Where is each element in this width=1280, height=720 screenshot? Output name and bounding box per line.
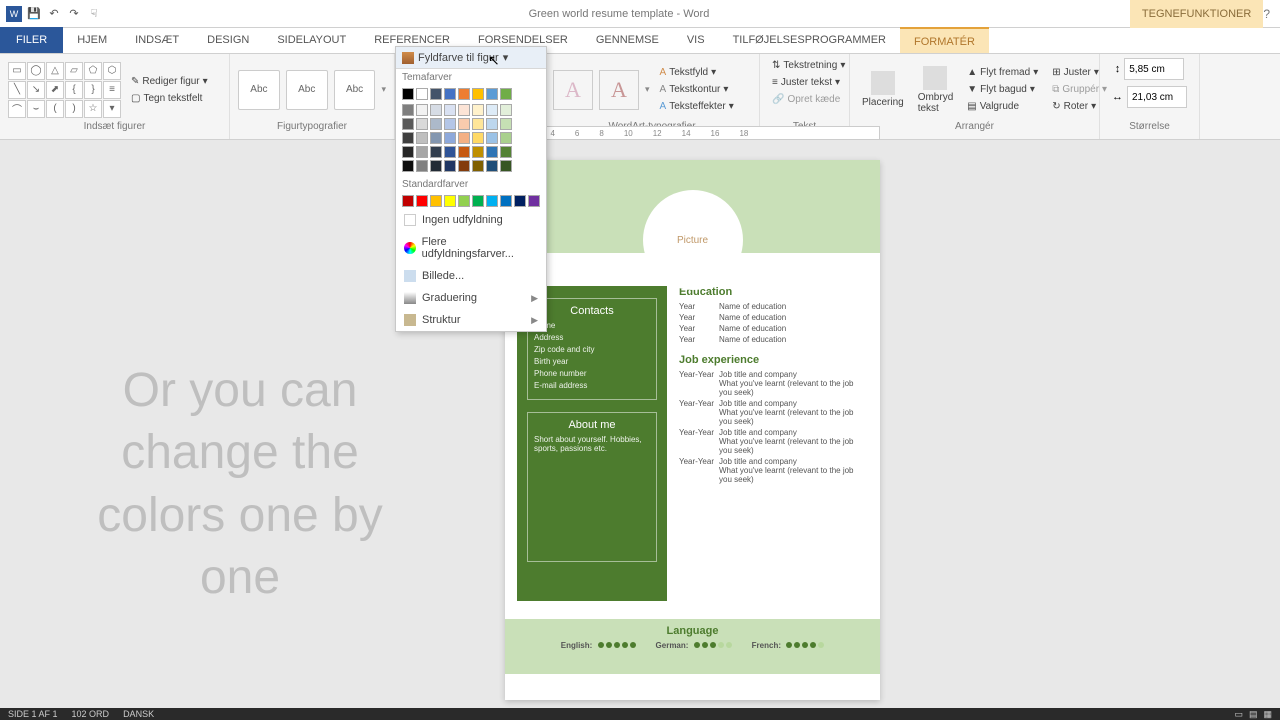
tab-filer[interactable]: FILER — [0, 27, 63, 53]
no-fill-item[interactable]: Ingen udfyldning — [396, 209, 546, 231]
tekstretning-button[interactable]: ⇅ Tekstretning ▾ — [768, 58, 849, 73]
valgrude-button[interactable]: ▤ Valgrude — [963, 99, 1042, 114]
titlebar: W 💾 ↶ ↷ ☟ Green world resume template - … — [0, 0, 1280, 28]
view-read-icon[interactable]: ▭ — [1234, 709, 1243, 720]
tekstkontur-button[interactable]: A Tekstkontur ▾ — [656, 82, 738, 97]
statusbar: SIDE 1 AF 1 102 ORD DANSK ▭ ▤ ▦ — [0, 708, 1280, 720]
shape-fill-button[interactable]: Fyldfarve til figur ▾ — [396, 47, 546, 69]
tab-vis[interactable]: VIS — [673, 27, 719, 53]
height-input[interactable] — [1124, 58, 1184, 80]
resume-main[interactable]: Education YearName of educationYearName … — [667, 286, 880, 601]
standard-colors-label: Standardfarver — [396, 176, 546, 193]
tab-indset[interactable]: INDSÆT — [121, 27, 193, 53]
contextual-tab-label: TEGNEFUNKTIONER — [1130, 0, 1263, 28]
tegn-tekstfelt-button[interactable]: ▢ Tegn tekstfelt — [127, 91, 212, 106]
group-shape-styles: Figurtypografier — [238, 121, 386, 135]
tab-hjem[interactable]: HJEM — [63, 27, 121, 53]
resume-footer[interactable]: Language English: German: French: — [505, 619, 880, 674]
window-title: Green world resume template - Word — [108, 8, 1130, 20]
tab-sidelayout[interactable]: SIDELAYOUT — [263, 27, 360, 53]
status-page[interactable]: SIDE 1 AF 1 — [8, 709, 58, 719]
shape-style-2[interactable]: Abc — [286, 70, 328, 110]
wordart-style-2[interactable]: A — [599, 70, 639, 110]
group-storrelse: Størrelse — [1108, 121, 1191, 135]
quick-access-toolbar: W 💾 ↶ ↷ ☟ — [0, 6, 108, 22]
ribbon-tabs: FILER HJEM INDSÆT DESIGN SIDELAYOUT REFE… — [0, 28, 1280, 54]
status-lang[interactable]: DANSK — [123, 709, 154, 719]
theme-color-row[interactable] — [396, 86, 546, 102]
language-heading: Language — [505, 625, 880, 637]
justertekst-button[interactable]: ≡ Juster tekst ▾ — [768, 75, 844, 90]
tab-gennemse[interactable]: GENNEMSE — [582, 27, 673, 53]
about-box[interactable]: About me Short about yourself. Hobbies, … — [527, 412, 657, 562]
education-heading: Education — [679, 286, 868, 298]
word-icon: W — [6, 6, 22, 22]
wordart-style-1[interactable]: A — [553, 70, 593, 110]
theme-colors-label: Temafarver — [396, 69, 546, 86]
redo-icon[interactable]: ↷ — [66, 6, 82, 22]
more-fill-colors-item[interactable]: Flere udfyldningsfarver... — [396, 231, 546, 265]
help-icon[interactable]: ? — [1263, 7, 1270, 21]
height-icon: ↕ — [1115, 63, 1121, 75]
resume-header[interactable]: Picture — [505, 160, 880, 253]
job-heading: Job experience — [679, 354, 868, 366]
tab-tilfoj[interactable]: TILFØJELSESPROGRAMMER — [719, 27, 900, 53]
view-web-icon[interactable]: ▦ — [1263, 709, 1272, 720]
flytbagud-button[interactable]: ▼ Flyt bagud ▾ — [963, 82, 1042, 97]
texture-fill-item[interactable]: Struktur▶ — [396, 309, 546, 331]
undo-icon[interactable]: ↶ — [46, 6, 62, 22]
shape-style-3[interactable]: Abc — [334, 70, 376, 110]
shapes-gallery[interactable]: ▭◯△▱⬠⬡ ╲↘⬈{}≡ ⌒⌣()☆▾ — [8, 62, 121, 118]
document-page[interactable]: Picture Contacts NameAddressZip code and… — [505, 160, 880, 700]
shape-fill-dropdown: Fyldfarve til figur ▾ Temafarver Standar… — [395, 46, 547, 332]
rediger-figur-button[interactable]: ✎ Rediger figur ▾ — [127, 74, 212, 89]
touch-icon[interactable]: ☟ — [86, 6, 102, 22]
group-insert-shapes: Indsæt figurer — [8, 121, 221, 135]
resume-sidebar[interactable]: Contacts NameAddressZip code and cityBir… — [517, 286, 667, 601]
theme-shades-grid[interactable] — [396, 102, 546, 176]
group-arranger: Arrangér — [858, 121, 1091, 135]
placering-button[interactable]: Placering — [858, 69, 908, 110]
picture-fill-item[interactable]: Billede... — [396, 265, 546, 287]
status-words[interactable]: 102 ORD — [72, 709, 110, 719]
tab-formater[interactable]: FORMATÉR — [900, 27, 989, 53]
ombryd-button[interactable]: Ombryd tekst — [914, 64, 958, 116]
tab-design[interactable]: DESIGN — [193, 27, 263, 53]
opret-kaede-button[interactable]: 🔗 Opret kæde — [768, 92, 844, 107]
shape-style-1[interactable]: Abc — [238, 70, 280, 110]
width-input[interactable] — [1127, 86, 1187, 108]
overlay-caption: Or you can change the colors one by one — [85, 360, 395, 610]
flytfremad-button[interactable]: ▲ Flyt fremad ▾ — [963, 65, 1042, 80]
picture-placeholder[interactable]: Picture — [643, 190, 743, 290]
horizontal-ruler[interactable]: 24681012141618 — [505, 126, 880, 140]
view-print-icon[interactable]: ▤ — [1249, 709, 1258, 720]
cursor-icon: ↖ — [488, 52, 500, 69]
grupper-button[interactable]: ⧉ Gruppér ▾ — [1048, 82, 1111, 97]
save-icon[interactable]: 💾 — [26, 6, 42, 22]
standard-color-row[interactable] — [396, 193, 546, 209]
teksteffekter-button[interactable]: A Teksteffekter ▾ — [656, 99, 738, 114]
tekstfyld-button[interactable]: A Tekstfyld ▾ — [656, 65, 738, 80]
gradient-fill-item[interactable]: Graduering▶ — [396, 287, 546, 309]
document-area: 24681012141618 Or you can change the col… — [0, 140, 1280, 708]
width-icon: ↔ — [1112, 91, 1123, 103]
